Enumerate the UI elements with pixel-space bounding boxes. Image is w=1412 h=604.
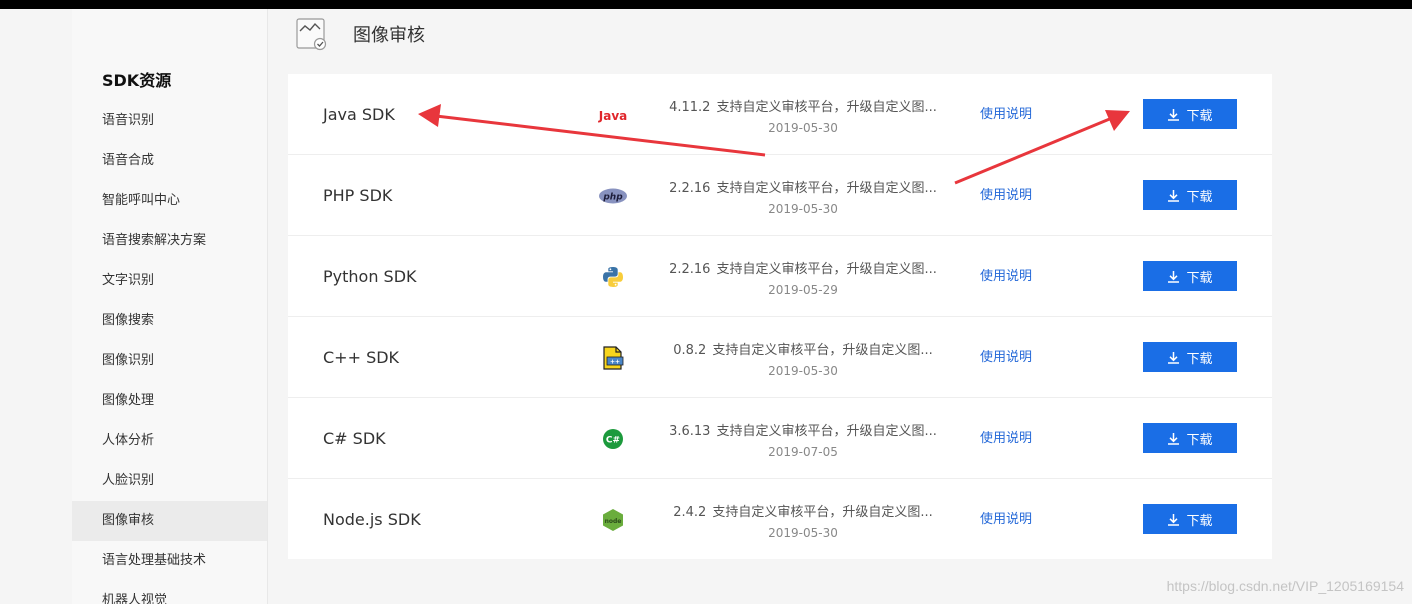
download-icon <box>1167 432 1180 445</box>
sdk-name: PHP SDK <box>323 186 393 205</box>
download-button[interactable]: 下载 <box>1143 99 1237 129</box>
download-button[interactable]: 下载 <box>1143 180 1237 210</box>
sdk-date: 2019-05-30 <box>768 364 838 378</box>
sidebar-item-image-audit[interactable]: 图像审核 <box>72 501 267 541</box>
sidebar-item-speech-synthesis[interactable]: 语音合成 <box>72 141 267 181</box>
sidebar-item-voice-search[interactable]: 语音搜索解决方案 <box>72 221 267 261</box>
sidebar-title: SDK资源 <box>102 71 172 90</box>
download-icon <box>1167 513 1180 526</box>
sidebar-item-speech-recognition[interactable]: 语音识别 <box>72 101 267 141</box>
download-icon <box>1167 351 1180 364</box>
sdk-description: 2.2.16 支持自定义审核平台，升级自定义图... 2019-05-29 <box>648 258 958 297</box>
top-bar <box>0 0 1412 9</box>
php-logo-text: php <box>602 193 623 203</box>
download-label: 下载 <box>1186 188 1213 204</box>
download-icon <box>1167 270 1180 283</box>
java-logo: Java <box>598 102 628 128</box>
sdk-description: 2.2.16 支持自定义审核平台，升级自定义图... 2019-05-30 <box>648 177 958 216</box>
page-title: 图像审核 <box>353 25 425 46</box>
sdk-description: 0.8.2 支持自定义审核平台，升级自定义图... 2019-05-30 <box>648 339 958 378</box>
svg-text:++: ++ <box>610 359 620 366</box>
sidebar-list: 语音识别 语音合成 智能呼叫中心 语音搜索解决方案 文字识别 图像搜索 图像识别… <box>72 101 267 604</box>
download-label: 下载 <box>1186 107 1213 123</box>
java-logo-text: Java <box>598 109 627 123</box>
download-button[interactable]: 下载 <box>1143 342 1237 372</box>
usage-guide-link[interactable]: 使用说明 <box>980 398 1032 479</box>
sdk-name: Java SDK <box>323 105 395 124</box>
nodejs-logo-text: node <box>605 518 622 525</box>
sidebar-item-robot-vision[interactable]: 机器人视觉 <box>72 581 267 604</box>
sdk-row-nodejs: Node.js SDK node 2.4.2 支持自定义审核平台，升级自定义图..… <box>288 479 1272 560</box>
sdk-row-java: Java SDK Java 4.11.2 支持自定义审核平台，升级自定义图... … <box>288 74 1272 155</box>
sdk-version: 0.8.2 <box>673 343 707 358</box>
sdk-desc-text: 支持自定义审核平台，升级自定义图... <box>712 343 933 358</box>
sidebar: SDK资源 语音识别 语音合成 智能呼叫中心 语音搜索解决方案 文字识别 图像搜… <box>72 9 268 604</box>
sdk-row-php: PHP SDK php 2.2.16 支持自定义审核平台，升级自定义图... 20… <box>288 155 1272 236</box>
sdk-date: 2019-07-05 <box>768 445 838 459</box>
sdk-list: Java SDK Java 4.11.2 支持自定义审核平台，升级自定义图... … <box>288 74 1272 559</box>
sdk-row-cpp: C++ SDK ++ 0.8.2 支持自定义审核平台，升级自定义图... 2019… <box>288 317 1272 398</box>
sdk-desc-text: 支持自定义审核平台，升级自定义图... <box>716 181 937 196</box>
sdk-row-python: Python SDK 2.2.16 支持自定义审核平台，升级自定义图... 201… <box>288 236 1272 317</box>
sdk-description: 4.11.2 支持自定义审核平台，升级自定义图... 2019-05-30 <box>648 96 958 135</box>
sdk-name: Node.js SDK <box>323 510 421 529</box>
php-logo: php <box>598 183 628 209</box>
download-button[interactable]: 下载 <box>1143 504 1237 534</box>
sdk-date: 2019-05-30 <box>768 202 838 216</box>
sdk-row-csharp: C# SDK C# 3.6.13 支持自定义审核平台，升级自定义图... 2019… <box>288 398 1272 479</box>
sidebar-item-body-analysis[interactable]: 人体分析 <box>72 421 267 461</box>
download-label: 下载 <box>1186 431 1213 447</box>
sdk-version: 4.11.2 <box>669 100 711 115</box>
sdk-version: 3.6.13 <box>669 424 711 439</box>
download-label: 下载 <box>1186 269 1213 285</box>
python-logo <box>598 264 628 290</box>
sdk-name: C++ SDK <box>323 348 400 367</box>
download-button[interactable]: 下载 <box>1143 423 1237 453</box>
usage-guide-link[interactable]: 使用说明 <box>980 317 1032 398</box>
sdk-date: 2019-05-30 <box>768 121 838 135</box>
sidebar-item-call-center[interactable]: 智能呼叫中心 <box>72 181 267 221</box>
sidebar-item-nlp-basic[interactable]: 语言处理基础技术 <box>72 541 267 581</box>
sdk-desc-text: 支持自定义审核平台，升级自定义图... <box>716 424 937 439</box>
image-audit-icon <box>296 16 328 52</box>
download-icon <box>1167 189 1180 202</box>
sdk-desc-text: 支持自定义审核平台，升级自定义图... <box>716 262 937 277</box>
download-label: 下载 <box>1186 512 1213 528</box>
nodejs-logo: node <box>598 507 628 533</box>
download-label: 下载 <box>1186 350 1213 366</box>
usage-guide-link[interactable]: 使用说明 <box>980 479 1032 560</box>
sdk-version: 2.2.16 <box>669 181 711 196</box>
sdk-desc-text: 支持自定义审核平台，升级自定义图... <box>712 505 933 520</box>
download-icon <box>1167 108 1180 121</box>
sdk-date: 2019-05-30 <box>768 526 838 540</box>
csharp-logo-text: C# <box>606 436 620 446</box>
sidebar-item-image-recognition[interactable]: 图像识别 <box>72 341 267 381</box>
sdk-version: 2.4.2 <box>673 505 707 520</box>
download-button[interactable]: 下载 <box>1143 261 1237 291</box>
sdk-name: Python SDK <box>323 267 417 286</box>
cpp-logo: ++ <box>598 345 628 371</box>
sdk-desc-text: 支持自定义审核平台，升级自定义图... <box>716 100 937 115</box>
usage-guide-link[interactable]: 使用说明 <box>980 236 1032 317</box>
sdk-description: 2.4.2 支持自定义审核平台，升级自定义图... 2019-05-30 <box>648 501 958 540</box>
sidebar-item-ocr[interactable]: 文字识别 <box>72 261 267 301</box>
sdk-name: C# SDK <box>323 429 386 448</box>
csharp-logo: C# <box>598 426 628 452</box>
sdk-date: 2019-05-29 <box>768 283 838 297</box>
sidebar-item-image-search[interactable]: 图像搜索 <box>72 301 267 341</box>
usage-guide-link[interactable]: 使用说明 <box>980 155 1032 236</box>
sdk-version: 2.2.16 <box>669 262 711 277</box>
section-header: 图像审核 <box>296 16 425 52</box>
sdk-description: 3.6.13 支持自定义审核平台，升级自定义图... 2019-07-05 <box>648 420 958 459</box>
sidebar-item-image-processing[interactable]: 图像处理 <box>72 381 267 421</box>
usage-guide-link[interactable]: 使用说明 <box>980 74 1032 155</box>
sidebar-item-face-recognition[interactable]: 人脸识别 <box>72 461 267 501</box>
watermark: https://blog.csdn.net/VIP_1205169154 <box>1166 578 1404 594</box>
